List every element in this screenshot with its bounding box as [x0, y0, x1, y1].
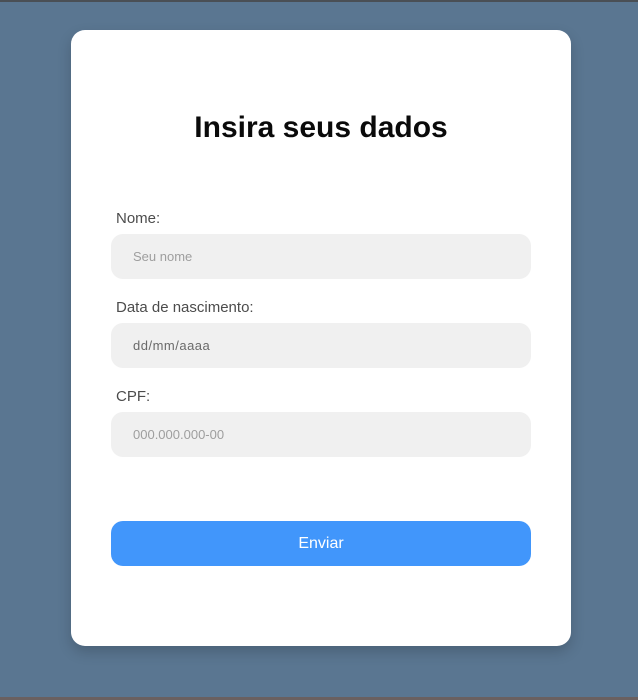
cpf-label: CPF:	[116, 388, 151, 405]
form-card: Insira seus dados Nome: Data de nascimen…	[71, 30, 571, 646]
name-label: Nome:	[116, 210, 161, 227]
submit-button[interactable]: Enviar	[111, 521, 531, 566]
birthdate-input[interactable]	[111, 323, 531, 368]
window-top-border	[0, 0, 638, 2]
cpf-input[interactable]	[111, 412, 531, 457]
form-title: Insira seus dados	[194, 111, 448, 144]
birthdate-label: Data de nascimento:	[116, 299, 254, 316]
name-input[interactable]	[111, 234, 531, 279]
